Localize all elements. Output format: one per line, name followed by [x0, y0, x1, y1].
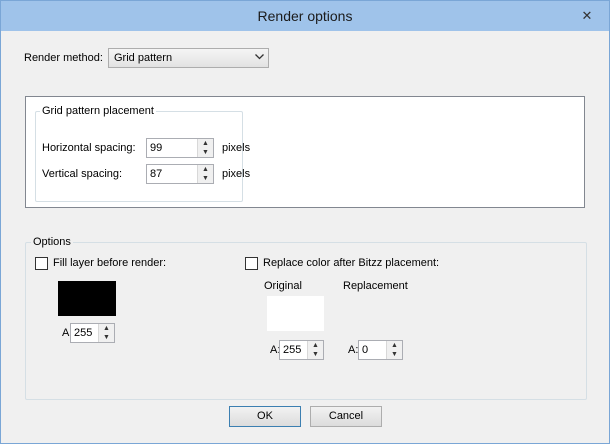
replace-color-checkbox[interactable] — [245, 257, 258, 270]
original-color-swatch[interactable] — [267, 296, 324, 331]
original-alpha-stepper[interactable]: 255 ▲ ▼ — [279, 340, 324, 360]
vertical-spacing-label: Vertical spacing: — [42, 168, 123, 180]
spin-down-icon[interactable]: ▼ — [99, 333, 114, 342]
vertical-spacing-stepper[interactable]: 87 ▲ ▼ — [146, 164, 214, 184]
fill-alpha-spin-buttons: ▲ ▼ — [98, 324, 114, 342]
horizontal-spacing-stepper[interactable]: 99 ▲ ▼ — [146, 138, 214, 158]
horizontal-spacing-value: 99 — [150, 142, 163, 154]
replace-color-label: Replace color after Bitzz placement: — [263, 257, 440, 269]
vertical-spin-buttons: ▲ ▼ — [197, 165, 213, 183]
fill-layer-label: Fill layer before render: — [53, 257, 167, 269]
spin-down-icon[interactable]: ▼ — [308, 350, 323, 359]
title-bar: Render options ✕ — [1, 1, 609, 31]
original-color-label: Original — [264, 280, 302, 292]
horizontal-spin-buttons: ▲ ▼ — [197, 139, 213, 157]
replacement-alpha-value: 0 — [362, 344, 369, 356]
dialog-body: Render method: Grid pattern Grid pattern… — [8, 31, 602, 436]
horizontal-unit-label: pixels — [222, 142, 251, 154]
spin-down-icon[interactable]: ▼ — [198, 174, 213, 183]
ok-button[interactable]: OK — [229, 406, 301, 427]
replacement-alpha-stepper[interactable]: 0 ▲ ▼ — [358, 340, 403, 360]
chevron-down-icon — [255, 52, 264, 62]
render-method-value: Grid pattern — [114, 52, 173, 64]
horizontal-spacing-label: Horizontal spacing: — [42, 142, 136, 154]
cancel-button[interactable]: Cancel — [310, 406, 382, 427]
fill-alpha-value: 255 — [74, 327, 93, 339]
replacement-alpha-label: A: — [348, 344, 359, 356]
render-method-dropdown[interactable]: Grid pattern — [108, 48, 269, 68]
close-icon[interactable]: ✕ — [576, 7, 598, 25]
render-method-label: Render method: — [24, 52, 103, 64]
vertical-spacing-value: 87 — [150, 168, 163, 180]
render-options-dialog: Render options ✕ Render method: Grid pat… — [0, 0, 610, 444]
replacement-color-label: Replacement — [343, 280, 408, 292]
grid-settings-panel: Grid pattern placement Horizontal spacin… — [25, 96, 585, 208]
original-alpha-spin-buttons: ▲ ▼ — [307, 341, 323, 359]
options-group: Options Fill layer before render: A: 255… — [25, 236, 587, 400]
spin-down-icon[interactable]: ▼ — [387, 350, 402, 359]
window-title: Render options — [257, 8, 353, 24]
spin-down-icon[interactable]: ▼ — [198, 148, 213, 157]
fill-layer-checkbox[interactable] — [35, 257, 48, 270]
fill-color-swatch[interactable] — [58, 281, 116, 316]
fill-alpha-stepper[interactable]: 255 ▲ ▼ — [70, 323, 115, 343]
grid-placement-group: Grid pattern placement Horizontal spacin… — [35, 105, 250, 202]
original-alpha-value: 255 — [283, 344, 302, 356]
grid-placement-group-label: Grid pattern placement — [40, 105, 156, 117]
vertical-unit-label: pixels — [222, 168, 251, 180]
options-group-label: Options — [31, 236, 73, 248]
replacement-alpha-spin-buttons: ▲ ▼ — [386, 341, 402, 359]
